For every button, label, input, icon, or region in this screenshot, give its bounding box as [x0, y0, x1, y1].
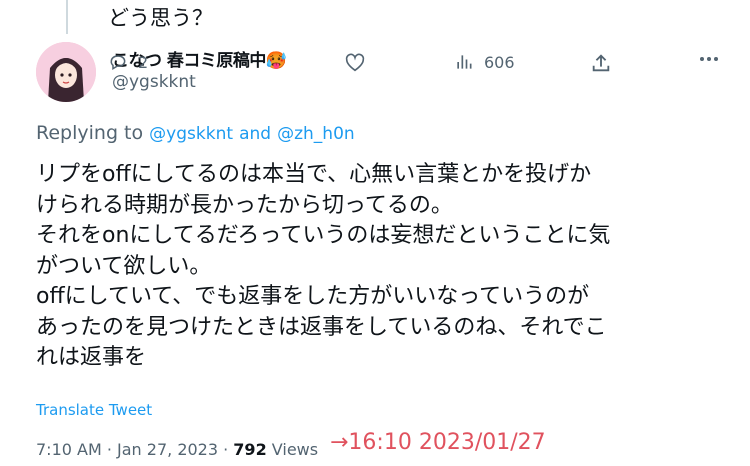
tweet-text: リプをoffにしてるのは本当で、心無い言葉とかを投げか けられる時期が長かったか…	[36, 160, 736, 374]
mention-link[interactable]: @ygskknt	[149, 124, 233, 144]
tweet-text-line: あったのを見つけたときは返事をしているのね、それでこ	[36, 314, 607, 340]
tweet-views-count: 792	[233, 440, 267, 459]
ellipsis-icon	[697, 47, 721, 71]
tweet-text-line: れは返事を	[36, 345, 147, 370]
tweet-text-line: リプをoffにしてるのは本当で、心無い言葉とかを投げか	[36, 162, 592, 187]
meta-separator: ·	[218, 440, 234, 459]
share-icon	[590, 52, 612, 74]
reply-button[interactable]: 2	[108, 52, 148, 72]
translate-tweet-link[interactable]: Translate Tweet	[36, 401, 152, 419]
tweet-text-line: それをonにしてるだろっていうのは妄想だということに気	[36, 223, 611, 248]
tweet-views-label: Views	[266, 440, 319, 459]
tweet-text-line: がついて欲しい。	[36, 253, 212, 279]
tweet-date[interactable]: Jan 27, 2023	[117, 440, 218, 459]
replying-to-prefix: Replying to	[36, 122, 144, 144]
share-button[interactable]	[590, 52, 612, 74]
bar-chart-icon	[454, 52, 474, 72]
handwritten-annotation: →16:10 2023/01/27	[330, 430, 546, 455]
meta-separator: ·	[101, 440, 118, 459]
views-button[interactable]: 606	[454, 52, 515, 72]
heart-icon	[344, 52, 366, 74]
previous-tweet-text: どう思う？	[108, 6, 213, 30]
tweet-meta: 7:10 AM · Jan 27, 2023 · 792 Views	[36, 440, 318, 459]
replying-to-line: Replying to @ygskknt and @zh_h0n	[36, 122, 355, 144]
reply-count: 2	[138, 52, 149, 72]
mention-link[interactable]: @zh_h0n	[277, 124, 355, 144]
author-handle[interactable]: @ygskknt	[112, 72, 196, 92]
tweet-time[interactable]: 7:10 AM	[36, 440, 102, 459]
more-options-button[interactable]	[697, 47, 721, 71]
tweet-text-line: けられる時期が長かったから切ってるの。	[36, 192, 453, 218]
views-count: 606	[484, 52, 515, 72]
avatar[interactable]	[36, 42, 96, 102]
like-button[interactable]	[344, 52, 366, 74]
replying-to-conjunction: and	[239, 124, 272, 144]
reply-icon	[108, 52, 128, 72]
tweet-text-line: offにしていて、でも返事をした方がいいなっていうのが	[36, 284, 590, 309]
thread-connector-line	[66, 0, 68, 34]
